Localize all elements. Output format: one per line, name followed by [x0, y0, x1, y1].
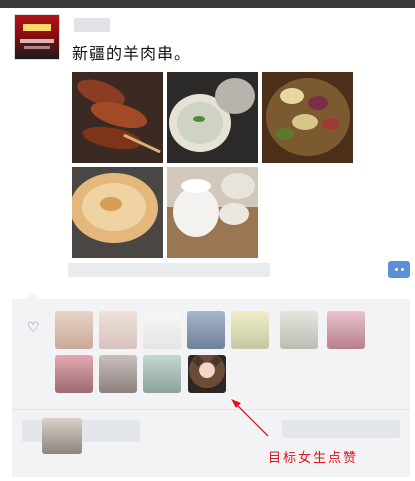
- annotation-label: 目标女生点赞: [268, 451, 359, 466]
- annotation-arrow: [231, 399, 269, 437]
